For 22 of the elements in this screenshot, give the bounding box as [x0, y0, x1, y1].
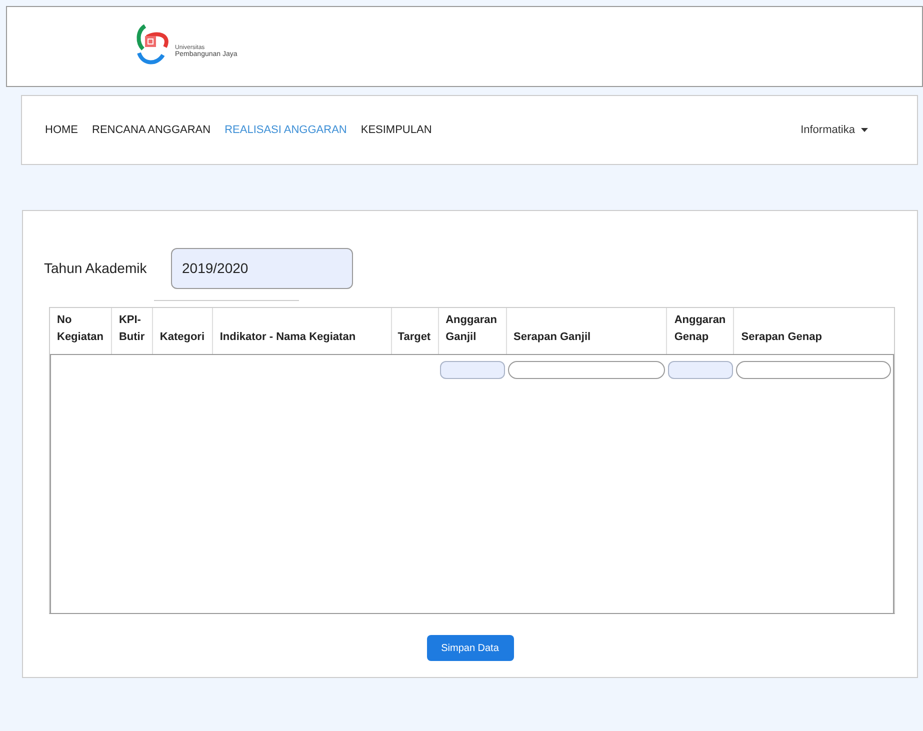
amount-field[interactable] [440, 361, 506, 379]
column-header: Serapan Genap [741, 330, 822, 344]
field-label: Tahun Akademik [44, 259, 148, 278]
amount-field[interactable] [736, 361, 891, 379]
column-header: Kategori [160, 330, 205, 344]
column-header: Indikator - Nama Kegiatan [220, 330, 356, 344]
amount-field[interactable] [508, 361, 665, 379]
column-header: Anggaran Ganjil [446, 313, 498, 344]
save-button[interactable]: Simpan Data [426, 635, 514, 661]
nav-link[interactable]: KESIMPULAN [360, 122, 432, 138]
column-header: Target [398, 330, 431, 344]
year-field[interactable]: 2019/2020 [171, 248, 353, 289]
nav-link[interactable]: RENCANA ANGGARAN [92, 122, 211, 138]
column-header: No Kegiatan [57, 313, 104, 344]
amount-field[interactable] [668, 361, 733, 379]
column-header: Anggaran Genap [674, 313, 726, 344]
caret-icon [861, 128, 868, 132]
nav-link[interactable]: HOME [45, 122, 78, 138]
column-header: Serapan Ganjil [514, 330, 591, 344]
column-header: KPI-Butir [118, 313, 145, 344]
dropdown-menu[interactable]: Informatika [800, 122, 868, 138]
logo-icon [135, 23, 171, 67]
